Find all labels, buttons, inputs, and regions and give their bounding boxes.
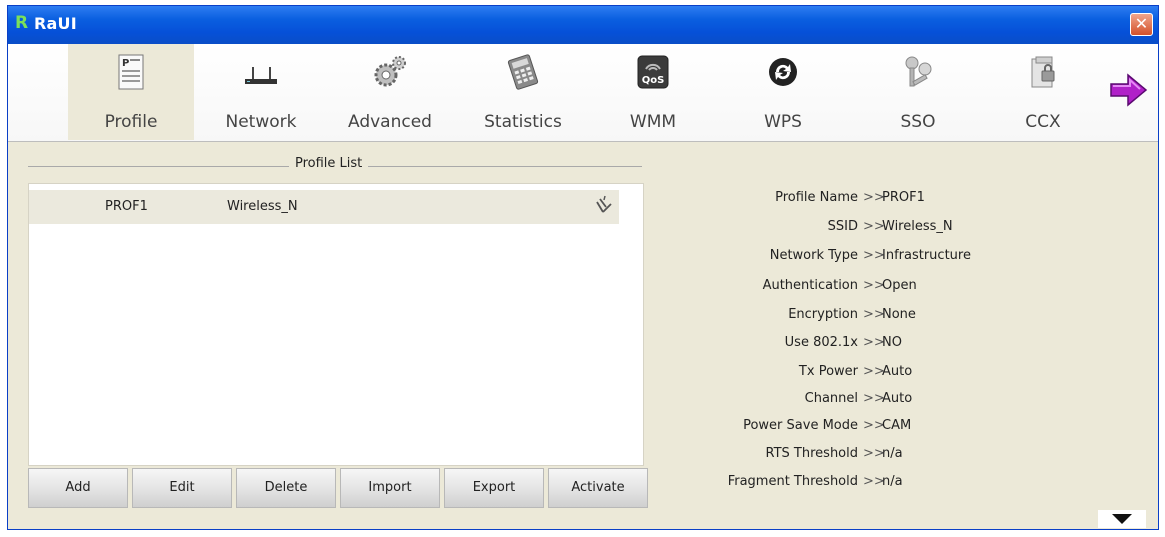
detail-label: Network Type <box>769 248 858 263</box>
svg-text:QoS: QoS <box>642 75 665 86</box>
detail-ssid: SSID >> Wireless_N <box>648 219 1148 239</box>
calculator-icon <box>507 54 539 90</box>
detail-label: Tx Power <box>798 364 858 379</box>
detail-fragment-threshold: Fragment Threshold >> n/a <box>648 474 1148 494</box>
detail-tx-power: Tx Power >> Auto <box>648 364 1148 384</box>
title-bar[interactable]: R RaUI ✕ <box>8 6 1158 44</box>
toolbar-sso-label: SSO <box>900 112 936 132</box>
detail-authentication: Authentication >> Open <box>648 278 1148 298</box>
toolbar-wmm-button[interactable]: QoS WMM <box>603 44 703 140</box>
edit-button[interactable]: Edit <box>132 468 232 508</box>
detail-label: Power Save Mode <box>743 418 858 433</box>
toolbar-wps-button[interactable]: WPS <box>733 44 833 140</box>
detail-label: SSID <box>827 219 858 234</box>
detail-value: Auto <box>882 391 913 406</box>
network-icon <box>245 67 277 84</box>
wps-icon <box>769 58 797 86</box>
gears-icon <box>374 56 406 87</box>
toolbar: P Profile Network Advanced Statistics Qo… <box>8 44 1158 142</box>
toolbar-profile-label: Profile <box>104 112 158 132</box>
profile-icon: P <box>118 54 144 90</box>
detail-label: RTS Threshold <box>765 446 858 461</box>
add-button[interactable]: Add <box>28 468 128 508</box>
toolbar-ccx-button[interactable]: CCX <box>993 44 1093 140</box>
toolbar-advanced-button[interactable]: Advanced <box>326 44 454 140</box>
detail-value: Open <box>882 278 917 293</box>
profile-row[interactable]: PROF1 Wireless_N <box>29 190 619 224</box>
toolbar-wmm-label: WMM <box>629 112 677 132</box>
detail-encryption: Encryption >> None <box>648 307 1148 327</box>
scroll-down-icon[interactable] <box>1098 510 1146 528</box>
detail-label: Fragment Threshold <box>727 474 858 489</box>
toolbar-advanced-label: Advanced <box>348 112 432 132</box>
next-page-arrow-icon[interactable] <box>1108 72 1148 108</box>
raui-window: R RaUI ✕ P Profile Network Advanced Stat… <box>7 5 1159 530</box>
detail-use-8021x: Use 802.1x >> NO <box>648 335 1148 355</box>
toolbar-sso-button[interactable]: SSO <box>868 44 968 140</box>
detail-profile-name: Profile Name >> PROF1 <box>648 190 1148 210</box>
ccx-icon <box>1031 56 1055 88</box>
detail-label: Profile Name <box>775 190 858 205</box>
detail-value: None <box>882 307 916 322</box>
profile-name-cell: PROF1 <box>105 199 148 214</box>
detail-value: Infrastructure <box>882 248 971 263</box>
delete-button[interactable]: Delete <box>236 468 336 508</box>
detail-value: NO <box>882 335 902 350</box>
sso-keys-icon <box>905 56 932 87</box>
profile-list[interactable]: PROF1 Wireless_N <box>28 183 644 466</box>
detail-value: n/a <box>882 446 903 461</box>
toolbar-network-label: Network <box>225 112 297 132</box>
detail-rts-threshold: RTS Threshold >> n/a <box>648 446 1148 466</box>
app-logo-icon: R <box>15 13 29 33</box>
detail-value: Wireless_N <box>882 219 953 234</box>
window-title: RaUI <box>34 14 77 33</box>
detail-label: Use 802.1x <box>784 335 858 350</box>
svg-text:P: P <box>122 58 129 69</box>
toolbar-statistics-button[interactable]: Statistics <box>458 44 588 140</box>
toolbar-wps-label: WPS <box>764 112 802 132</box>
detail-label: Encryption <box>788 307 858 322</box>
active-connection-icon <box>596 195 612 213</box>
detail-value: PROF1 <box>882 190 925 205</box>
detail-label: Authentication <box>762 278 858 293</box>
close-button[interactable]: ✕ <box>1130 13 1153 36</box>
qos-icon: QoS <box>637 55 669 89</box>
toolbar-ccx-label: CCX <box>1025 112 1061 132</box>
close-icon: ✕ <box>1134 14 1149 33</box>
profile-list-title: Profile List <box>289 156 369 171</box>
detail-label: Channel <box>804 391 858 406</box>
activate-button[interactable]: Activate <box>548 468 648 508</box>
toolbar-network-button[interactable]: Network <box>203 44 319 140</box>
detail-power-save-mode: Power Save Mode >> CAM <box>648 418 1148 438</box>
export-button[interactable]: Export <box>444 468 544 508</box>
detail-channel: Channel >> Auto <box>648 391 1148 411</box>
toolbar-statistics-label: Statistics <box>484 112 562 132</box>
import-button[interactable]: Import <box>340 468 440 508</box>
detail-value: Auto <box>882 364 913 379</box>
detail-value: CAM <box>882 418 912 433</box>
detail-network-type: Network Type >> Infrastructure <box>648 248 1148 268</box>
toolbar-profile-button[interactable]: P Profile <box>68 44 194 140</box>
detail-value: n/a <box>882 474 903 489</box>
profile-ssid-cell: Wireless_N <box>227 199 298 214</box>
